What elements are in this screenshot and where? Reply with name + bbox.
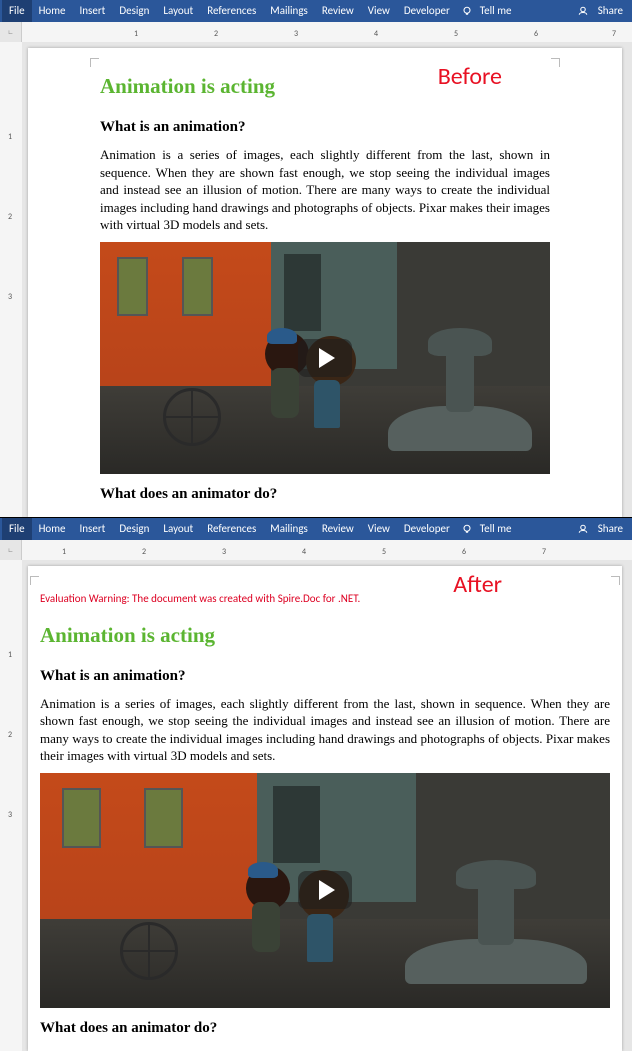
tab-mailings[interactable]: Mailings [263,0,315,22]
ruler-mark: 5 [382,547,386,557]
tab-review[interactable]: Review [315,518,361,540]
tab-mailings[interactable]: Mailings [263,518,315,540]
ruler-corner: ∟ [0,22,22,42]
tab-home[interactable]: Home [32,0,73,22]
evaluation-warning: Evaluation Warning: The document was cre… [40,592,610,605]
editor-area: 1 2 3 Evaluation Warning: The document w… [0,560,632,1051]
lightbulb-icon [461,5,473,17]
ruler-mark: 2 [142,547,146,557]
ribbon: File Home Insert Design Layout Reference… [0,0,632,22]
ruler-mark: 5 [454,29,458,39]
ruler-mark: 6 [534,29,538,39]
ruler-corner: ∟ [0,540,22,560]
tab-view[interactable]: View [361,0,397,22]
ruler-mark: 4 [302,547,306,557]
tab-design[interactable]: Design [112,518,156,540]
tab-layout[interactable]: Layout [156,518,200,540]
paragraph-what-is: Animation is a series of images, each sl… [40,695,610,765]
tab-references[interactable]: References [200,518,263,540]
ruler-mark: 3 [222,547,226,557]
share-icon [577,5,589,17]
heading-animator: What does an animator do? [100,486,550,503]
ruler-mark: 4 [374,29,378,39]
heading-what-is: What is an animation? [100,119,550,136]
ruler-mark: 1 [62,547,66,557]
tab-file[interactable]: File [2,0,32,22]
tell-me[interactable]: Tell me [473,518,519,540]
tab-review[interactable]: Review [315,0,361,22]
play-icon [319,880,335,900]
share-icon [577,523,589,535]
embedded-video[interactable] [100,242,550,474]
tab-developer[interactable]: Developer [397,0,457,22]
callout-after: After [453,570,502,599]
tab-layout[interactable]: Layout [156,0,200,22]
heading-animator: What does an animator do? [40,1020,610,1037]
play-button[interactable] [298,339,352,377]
editor-area: 1 2 3 Animation is acting What is an ani… [0,42,632,517]
tab-insert[interactable]: Insert [73,518,113,540]
tab-developer[interactable]: Developer [397,518,457,540]
word-window-after: File Home Insert Design Layout Reference… [0,518,632,1051]
horizontal-ruler[interactable]: ∟ 1 2 3 4 5 6 7 [0,22,632,42]
tab-design[interactable]: Design [112,0,156,22]
share-button[interactable]: Share [591,0,630,22]
margin-marks [40,574,610,586]
word-window-before: File Home Insert Design Layout Reference… [0,0,632,517]
play-button[interactable] [298,871,352,909]
ruler-mark: 7 [612,29,616,39]
document-page[interactable]: Animation is acting What is an animation… [28,48,622,517]
embedded-video[interactable] [40,773,610,1008]
horizontal-ruler[interactable]: ∟ 1 2 3 4 5 6 7 [0,540,632,560]
tab-insert[interactable]: Insert [73,0,113,22]
ruler-mark: 6 [462,547,466,557]
ribbon: File Home Insert Design Layout Reference… [0,518,632,540]
ruler-mark: 3 [8,292,12,302]
lightbulb-icon [461,523,473,535]
tab-home[interactable]: Home [32,518,73,540]
ruler-mark: 3 [294,29,298,39]
share-button[interactable]: Share [591,518,630,540]
vertical-ruler[interactable]: 1 2 3 [0,42,22,517]
ruler-mark: 3 [8,810,12,820]
document-page[interactable]: Evaluation Warning: The document was cre… [28,566,622,1051]
paragraph-what-is: Animation is a series of images, each sl… [100,146,550,234]
ruler-mark: 7 [542,547,546,557]
ruler-mark: 1 [134,29,138,39]
ruler-mark: 2 [8,212,12,222]
tell-me[interactable]: Tell me [473,0,519,22]
vertical-ruler[interactable]: 1 2 3 [0,560,22,1051]
tab-file[interactable]: File [2,518,32,540]
ruler-mark: 1 [8,132,12,142]
ruler-mark: 2 [214,29,218,39]
play-icon [319,348,335,368]
doc-title: Animation is acting [40,623,610,648]
tab-references[interactable]: References [200,0,263,22]
ruler-mark: 2 [8,730,12,740]
ruler-mark: 1 [8,650,12,660]
heading-what-is: What is an animation? [40,668,610,685]
tab-view[interactable]: View [361,518,397,540]
callout-before: Before [438,62,502,91]
